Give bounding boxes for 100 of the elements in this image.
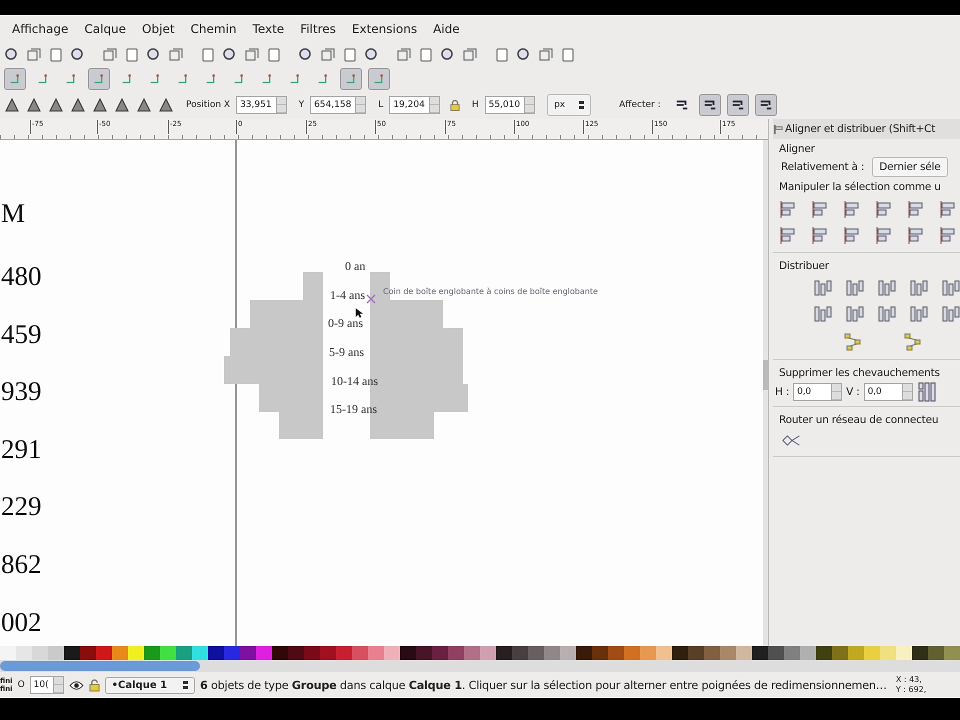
tool-icon[interactable] [396, 47, 412, 63]
color-swatch[interactable] [784, 646, 800, 660]
menu-item[interactable]: Calque [84, 22, 126, 36]
number-field[interactable]: 55,010 [484, 96, 536, 114]
distribute-icon[interactable] [877, 278, 897, 298]
transform-icon[interactable] [70, 97, 86, 113]
tool-icon[interactable] [124, 47, 140, 63]
tool-icon[interactable] [266, 47, 282, 63]
menu-item[interactable]: Extensions [352, 22, 418, 36]
unit-dropdown[interactable]: px [547, 94, 592, 116]
color-swatch[interactable] [240, 646, 256, 660]
color-swatch[interactable] [544, 646, 560, 660]
node-graph-icon[interactable] [843, 332, 863, 352]
color-swatch[interactable] [272, 646, 288, 660]
number-field[interactable]: 0,0 [864, 383, 913, 401]
opacity-field[interactable]: 10( [30, 676, 64, 694]
color-swatch[interactable] [448, 646, 464, 660]
color-swatch[interactable] [64, 646, 80, 660]
transform-icon[interactable] [136, 97, 152, 113]
color-swatch[interactable] [768, 646, 784, 660]
color-swatch[interactable] [720, 646, 736, 660]
distribute-icon[interactable] [845, 304, 865, 324]
color-swatch[interactable] [928, 646, 944, 660]
color-swatch[interactable] [256, 646, 272, 660]
color-swatch[interactable] [144, 646, 160, 660]
menu-item[interactable]: Filtres [300, 22, 336, 36]
color-swatch[interactable] [512, 646, 528, 660]
tool-icon[interactable] [342, 47, 358, 63]
color-swatch[interactable] [368, 646, 384, 660]
menu-item[interactable]: Chemin [190, 22, 237, 36]
tool-icon[interactable] [168, 47, 184, 63]
color-swatch[interactable] [688, 646, 704, 660]
color-swatch[interactable] [0, 646, 16, 660]
layer-dropdown[interactable]: •Calque 1 [104, 676, 196, 694]
affect-toggle-button[interactable] [726, 94, 749, 116]
color-swatch[interactable] [832, 646, 848, 660]
scrollbar-thumb[interactable] [763, 360, 768, 390]
color-swatch[interactable] [800, 646, 816, 660]
transform-icon[interactable] [114, 97, 130, 113]
color-swatch[interactable] [32, 646, 48, 660]
lock-icon[interactable] [88, 678, 100, 692]
color-swatch[interactable] [944, 646, 960, 660]
color-swatch[interactable] [16, 646, 32, 660]
distribute-icon[interactable] [845, 278, 865, 298]
color-swatch[interactable] [496, 646, 512, 660]
color-swatch[interactable] [656, 646, 672, 660]
color-swatch[interactable] [464, 646, 480, 660]
eye-icon[interactable] [68, 680, 84, 690]
scrollbar-thumb[interactable] [0, 661, 200, 671]
relative-dropdown[interactable]: Dernier séle [872, 157, 948, 177]
snap-toggle-button[interactable] [340, 68, 362, 90]
tool-icon[interactable] [320, 47, 336, 63]
remove-overlaps-icon[interactable] [916, 381, 937, 403]
color-swatch[interactable] [560, 646, 576, 660]
color-swatch[interactable] [304, 646, 320, 660]
tool-icon[interactable] [200, 47, 216, 63]
color-swatch[interactable] [128, 646, 144, 660]
color-swatch[interactable] [80, 646, 96, 660]
distribute-icon[interactable] [909, 278, 929, 298]
menu-item[interactable]: Affichage [12, 22, 68, 36]
color-swatch[interactable] [896, 646, 912, 660]
color-swatch[interactable] [160, 646, 176, 660]
color-swatch[interactable] [384, 646, 400, 660]
color-swatch[interactable] [752, 646, 768, 660]
color-swatch[interactable] [624, 646, 640, 660]
color-swatch[interactable] [176, 646, 192, 660]
number-field[interactable]: 654,158 [310, 96, 366, 114]
tool-icon[interactable] [102, 47, 118, 63]
number-field[interactable]: 0,0 [793, 383, 842, 401]
distribute-icon[interactable] [941, 278, 960, 298]
snap-toggle-button[interactable] [368, 68, 390, 90]
color-swatch[interactable] [336, 646, 352, 660]
color-swatch[interactable] [576, 646, 592, 660]
color-swatch[interactable] [192, 646, 208, 660]
node-graph-icon[interactable] [903, 332, 923, 352]
snap-toggle-button[interactable] [88, 68, 110, 90]
color-swatch[interactable] [816, 646, 832, 660]
tool-icon[interactable] [26, 47, 42, 63]
tool-icon[interactable] [494, 47, 510, 63]
menu-item[interactable]: Texte [252, 22, 284, 36]
color-swatch[interactable] [672, 646, 688, 660]
color-swatch[interactable] [112, 646, 128, 660]
tool-icon[interactable] [538, 47, 554, 63]
tool-icon[interactable] [48, 47, 64, 63]
number-field[interactable]: 33,951 [236, 96, 287, 114]
color-swatch[interactable] [880, 646, 896, 660]
color-swatch[interactable] [704, 646, 720, 660]
color-swatch[interactable] [416, 646, 432, 660]
color-swatch[interactable] [400, 646, 416, 660]
lock-icon[interactable] [450, 98, 460, 112]
transform-icon[interactable] [26, 97, 42, 113]
color-swatch[interactable] [432, 646, 448, 660]
color-swatch[interactable] [640, 646, 656, 660]
color-swatch[interactable] [864, 646, 880, 660]
distribute-icon[interactable] [813, 278, 833, 298]
color-swatch[interactable] [736, 646, 752, 660]
affect-toggle-button[interactable] [754, 94, 777, 116]
snap-toggle-button[interactable] [4, 68, 26, 90]
distribute-icon[interactable] [877, 304, 897, 324]
color-swatch[interactable] [208, 646, 224, 660]
